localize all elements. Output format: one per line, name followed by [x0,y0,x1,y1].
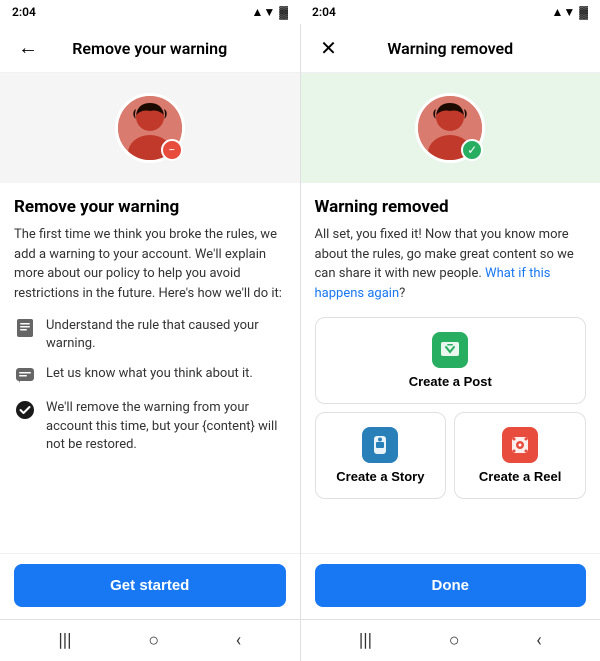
left-bottom-area: Get started [0,553,300,619]
step-1: Understand the rule that caused your war… [14,317,286,353]
create-reel-label: Create a Reel [479,469,561,484]
left-nav-back-icon[interactable]: ‹ [236,630,241,651]
step-2-text: Let us know what you think about it. [46,365,253,383]
step-3-icon [14,399,36,421]
left-battery-icon: ▓ [279,5,288,19]
right-avatar-section: ✓ [301,73,600,183]
right-avatar-wrapper: ✓ [415,93,485,163]
action-row: Create a Story [315,412,587,499]
back-button[interactable]: ← [14,34,42,62]
step-1-icon [14,317,36,339]
left-panel-header: ← Remove your warning [0,24,300,73]
create-story-icon [362,427,398,463]
done-button[interactable]: Done [315,564,587,607]
right-signal-icon: ▲▼ [551,5,575,19]
create-reel-icon [502,427,538,463]
left-panel-content: Remove your warning The first time we th… [0,183,300,553]
left-content-description: The first time we think you broke the ru… [14,225,286,303]
step-1-text: Understand the rule that caused your war… [46,317,286,353]
left-time: 2:04 [12,5,36,19]
step-2-icon [14,365,36,387]
right-content-description: All set, you fixed it! Now that you know… [315,225,587,303]
left-avatar-section: − [0,73,300,183]
left-nav: ||| ○ ‹ [0,620,301,661]
left-panel-title: Remove your warning [42,39,258,58]
right-nav-recent-icon[interactable]: ||| [359,630,372,651]
left-nav-recent-icon[interactable]: ||| [58,630,71,651]
left-status-icons: ▲▼ ▓ [251,5,288,19]
create-story-button[interactable]: Create a Story [315,412,447,499]
step-2: Let us know what you think about it. [14,365,286,387]
action-grid: Create a Post Create a Story [315,317,587,499]
right-nav: ||| ○ ‹ [301,620,600,661]
right-content-title: Warning removed [315,197,587,217]
right-avatar-badge: ✓ [461,139,483,161]
right-status-icons: ▲▼ ▓ [551,5,588,19]
create-post-label: Create a Post [409,374,492,389]
create-story-label: Create a Story [336,469,424,484]
left-content-title: Remove your warning [14,197,286,217]
get-started-button[interactable]: Get started [14,564,286,607]
close-button[interactable]: ✕ [315,34,343,62]
step-3: We'll remove the warning from your accou… [14,399,286,454]
right-nav-back-icon[interactable]: ‹ [536,630,541,651]
left-avatar-badge: − [161,139,183,161]
right-status-bar: 2:04 ▲▼ ▓ [300,0,600,24]
step-3-text: We'll remove the warning from your accou… [46,399,286,454]
create-post-button[interactable]: Create a Post [315,317,587,404]
right-panel-header: ✕ Warning removed [301,24,600,73]
status-bars: 2:04 ▲▼ ▓ 2:04 ▲▼ ▓ [0,0,600,24]
right-panel-title: Warning removed [343,39,559,58]
right-bottom-area: Done [301,553,600,619]
left-nav-home-icon[interactable]: ○ [148,630,159,651]
right-battery-icon: ▓ [579,5,588,19]
bottom-nav: ||| ○ ‹ ||| ○ ‹ [0,619,600,661]
left-status-bar: 2:04 ▲▼ ▓ [0,0,300,24]
right-time: 2:04 [312,5,336,19]
right-panel: ✕ Warning removed ✓ [301,24,600,619]
main-panels: ← Remove your warning [0,24,600,619]
create-reel-button[interactable]: Create a Reel [454,412,586,499]
left-avatar-wrapper: − [115,93,185,163]
create-post-icon [432,332,468,368]
right-panel-content: Warning removed All set, you fixed it! N… [301,183,600,553]
steps-list: Understand the rule that caused your war… [14,317,286,454]
left-panel: ← Remove your warning [0,24,301,619]
left-signal-icon: ▲▼ [251,5,275,19]
right-nav-home-icon[interactable]: ○ [449,630,460,651]
